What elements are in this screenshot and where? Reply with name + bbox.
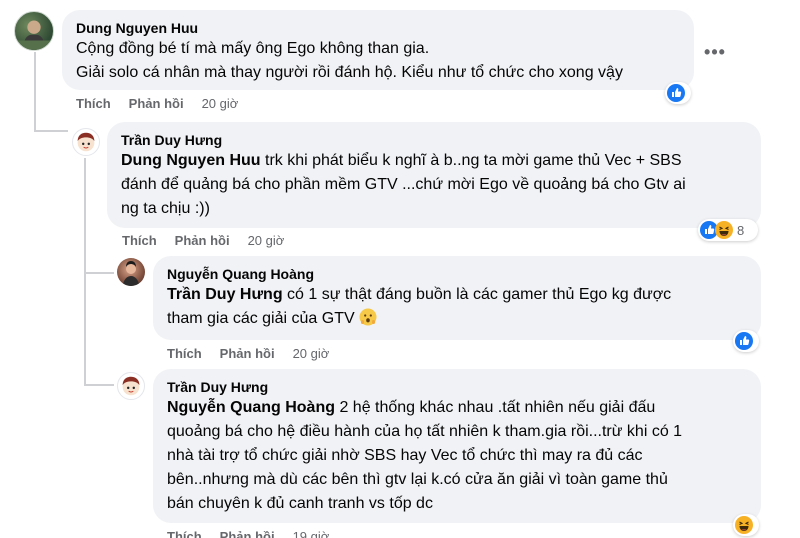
- comment-author[interactable]: Trần Duy Hưng: [121, 131, 747, 149]
- comment-text: nhà tài trợ tổ chức giải nhờ SBS hay Vec…: [167, 447, 643, 464]
- mention-link[interactable]: Nguyễn Quang Hoàng: [167, 399, 335, 416]
- like-button[interactable]: Thích: [167, 346, 202, 361]
- comment-author[interactable]: Dung Nguyen Huu: [76, 19, 680, 37]
- timestamp[interactable]: 19 giờ: [293, 529, 330, 538]
- thread-line: [34, 52, 36, 132]
- comment-text: Giải solo cá nhân mà thay người rồi đánh…: [76, 64, 623, 81]
- haha-icon: [715, 221, 733, 239]
- comment-text: Trần Duy Hưng có 1 sự thật đáng buồn là …: [167, 286, 672, 303]
- comment-text: bán chuyên k đủ canh tranh vs tốp dc: [167, 495, 433, 512]
- comment-text: quoảng bá cho hệ điều hành của họ tất nh…: [167, 423, 683, 440]
- reaction-count: 8: [737, 222, 745, 238]
- hushed-face-icon: [359, 308, 377, 326]
- thread-line: [34, 130, 68, 132]
- avatar[interactable]: [117, 372, 145, 400]
- reply-button[interactable]: Phản hồi: [129, 96, 184, 111]
- thread-line: [84, 384, 114, 386]
- avatar[interactable]: [72, 128, 100, 156]
- timestamp[interactable]: 20 giờ: [248, 233, 285, 248]
- reply-button[interactable]: Phản hồi: [220, 529, 275, 538]
- more-options-button[interactable]: •••: [700, 42, 730, 62]
- comment-text: Cộng đồng bé tí mà mấy ông Ego không tha…: [76, 40, 430, 57]
- comment-actions: Thích Phản hồi 20 giờ: [76, 96, 256, 112]
- avatar[interactable]: [14, 11, 54, 51]
- comment-text: Dung Nguyen Huu trk khi phát biểu k nghĩ…: [121, 152, 682, 169]
- like-icon: [735, 332, 753, 350]
- avatar[interactable]: [117, 258, 145, 286]
- comment-actions: Thích Phản hồi 19 giờ: [167, 529, 347, 538]
- reaction-summary[interactable]: [733, 514, 759, 536]
- comment-actions: Thích Phản hồi 20 giờ: [167, 346, 347, 362]
- mention-link[interactable]: Trần Duy Hưng: [167, 286, 283, 303]
- timestamp[interactable]: 20 giờ: [293, 346, 330, 361]
- comment-text: ng ta chịu :)): [121, 200, 210, 217]
- comment-actions: Thích Phản hồi 20 giờ: [122, 233, 302, 249]
- mention-link[interactable]: Dung Nguyen Huu: [121, 152, 261, 169]
- comment-text: bên..nhưng mà dù các bên thì gtv lại k.c…: [167, 471, 668, 488]
- comment-author[interactable]: Trần Duy Hưng: [167, 378, 747, 396]
- like-button[interactable]: Thích: [76, 96, 111, 111]
- comment-text: đánh để quảng bá cho phần mềm GTV ...chứ…: [121, 176, 686, 193]
- reply-button[interactable]: Phản hồi: [175, 233, 230, 248]
- reply-button[interactable]: Phản hồi: [220, 346, 275, 361]
- like-icon: [667, 84, 685, 102]
- like-button[interactable]: Thích: [122, 233, 157, 248]
- comment-bubble: Dung Nguyen Huu Cộng đồng bé tí mà mấy ô…: [62, 10, 694, 90]
- reaction-summary[interactable]: [665, 82, 691, 104]
- reaction-summary[interactable]: 8: [698, 219, 758, 241]
- comment-bubble: Trần Duy Hưng Dung Nguyen Huu trk khi ph…: [107, 122, 761, 228]
- comment-bubble: Nguyễn Quang Hoàng Trần Duy Hưng có 1 sự…: [153, 256, 761, 340]
- comment-text: Nguyễn Quang Hoàng 2 hệ thống khác nhau …: [167, 399, 656, 416]
- comment-author[interactable]: Nguyễn Quang Hoàng: [167, 265, 747, 283]
- like-button[interactable]: Thích: [167, 529, 202, 538]
- reaction-summary[interactable]: [733, 330, 759, 352]
- thread-line: [84, 272, 114, 274]
- haha-icon: [735, 516, 753, 534]
- comment-text: tham gia các giải của GTV: [167, 307, 747, 331]
- comment-bubble: Trần Duy Hưng Nguyễn Quang Hoàng 2 hệ th…: [153, 369, 761, 523]
- timestamp[interactable]: 20 giờ: [202, 96, 239, 111]
- thread-line: [84, 158, 86, 384]
